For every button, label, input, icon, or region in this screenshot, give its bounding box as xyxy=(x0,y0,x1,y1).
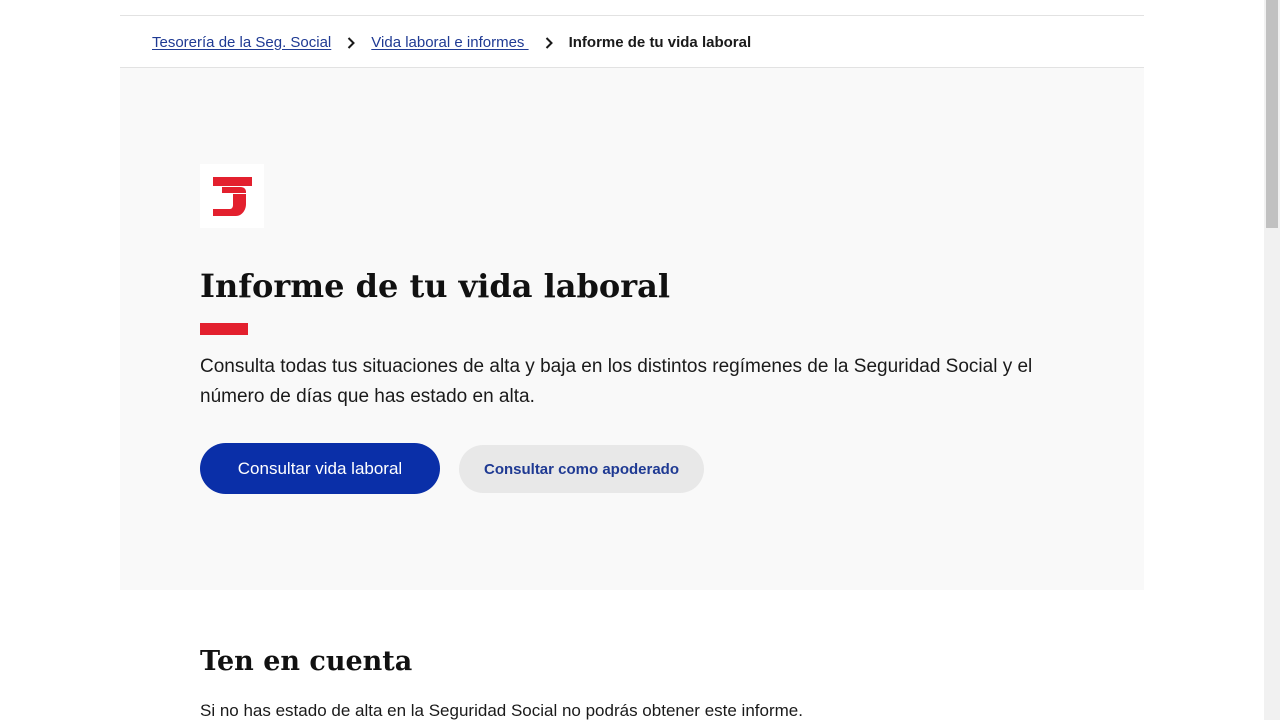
notice-text: Si no has estado de alta en la Seguridad… xyxy=(200,701,803,720)
chevron-right-icon xyxy=(331,34,371,51)
browser-viewport: Tesorería de la Seg. Social Vida laboral… xyxy=(0,0,1280,720)
consultar-como-apoderado-button[interactable]: Consultar como apoderado xyxy=(459,445,704,493)
chevron-right-icon xyxy=(529,34,569,51)
breadcrumb-link-tesoreria[interactable]: Tesorería de la Seg. Social xyxy=(152,34,331,51)
hero-section: Informe de tu vida laboral Consulta toda… xyxy=(120,68,1144,590)
breadcrumb: Tesorería de la Seg. Social Vida laboral… xyxy=(152,26,751,58)
breadcrumb-current: Informe de tu vida laboral xyxy=(568,33,752,51)
header-divider xyxy=(120,15,1144,16)
page-scrollbar[interactable] xyxy=(1264,0,1280,720)
page-description: Consulta todas tus situaciones de alta y… xyxy=(200,356,1033,407)
consultar-vida-laboral-button[interactable]: Consultar vida laboral xyxy=(200,443,440,494)
breadcrumb-link-vida-laboral[interactable]: Vida laboral e informes xyxy=(371,34,528,51)
page-title: Informe de tu vida laboral xyxy=(200,267,670,305)
notice-title: Ten en cuenta xyxy=(200,646,413,677)
tgss-logo-icon xyxy=(200,164,264,228)
scrollbar-thumb[interactable] xyxy=(1266,0,1278,228)
title-accent-bar xyxy=(200,323,248,335)
page: Tesorería de la Seg. Social Vida laboral… xyxy=(0,0,1264,720)
